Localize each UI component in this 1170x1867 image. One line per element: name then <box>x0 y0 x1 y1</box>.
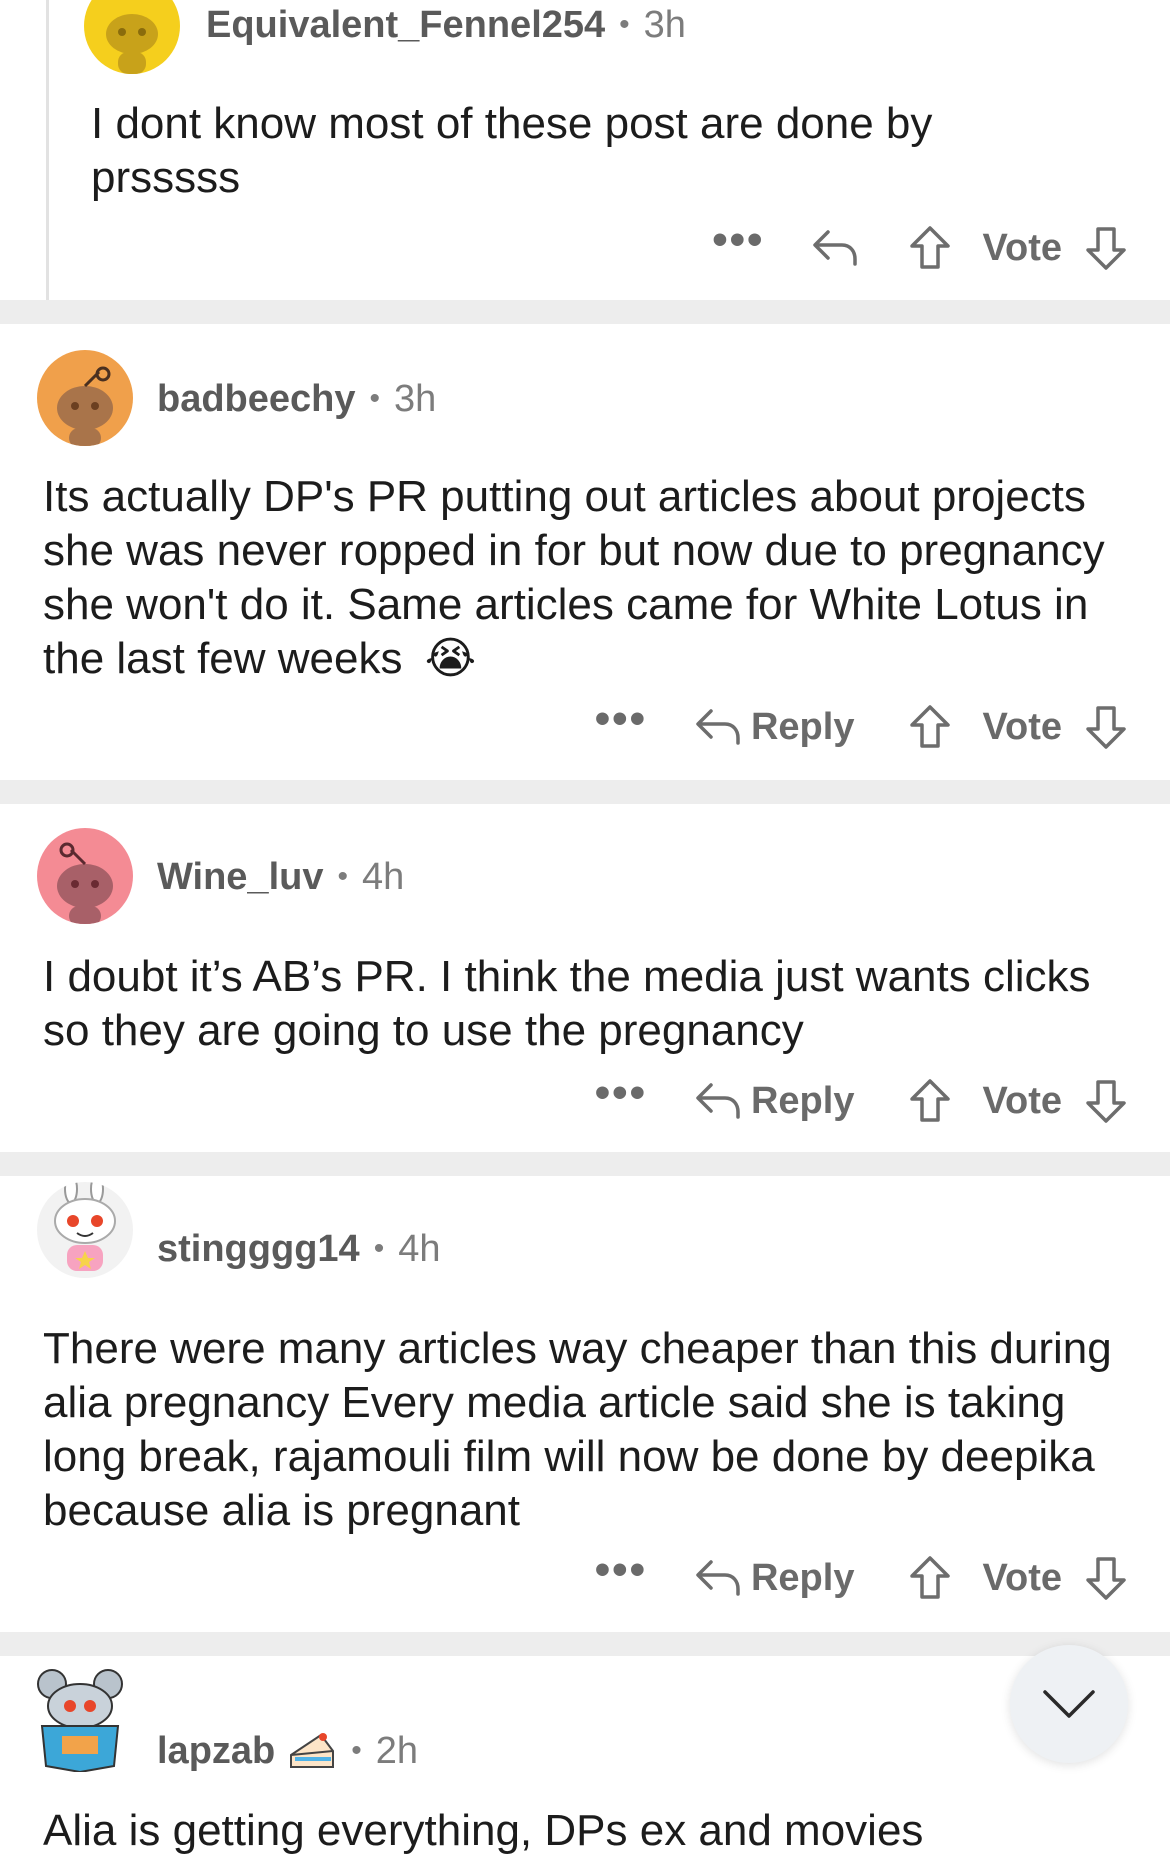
downvote-button[interactable] <box>1082 1554 1130 1602</box>
vote-count: Vote <box>982 226 1062 269</box>
snoo-avatar-icon <box>37 1669 123 1772</box>
meta-dot: • <box>351 1734 362 1767</box>
avatar[interactable] <box>30 1662 130 1772</box>
downvote-arrow-icon <box>1086 706 1126 749</box>
comment-actions: ••• Vote <box>712 218 1130 278</box>
reply-button[interactable] <box>810 226 860 270</box>
upvote-arrow-icon <box>910 1556 951 1599</box>
upvote-arrow-icon <box>910 226 951 269</box>
upvote-button[interactable] <box>906 1077 954 1125</box>
comment-meta: Wine_luv • 4h <box>157 852 404 902</box>
crying-emoji: 😭 <box>424 634 477 683</box>
comment-body: There were many articles way cheaper tha… <box>43 1324 1112 1535</box>
downvote-arrow-icon <box>1086 1557 1126 1600</box>
comment-separator <box>0 780 1170 804</box>
upvote-button[interactable] <box>906 703 954 751</box>
vote-count: Vote <box>982 1079 1062 1122</box>
meta-dot: • <box>337 860 348 893</box>
reply-arrow-icon <box>696 1560 740 1596</box>
comment-separator <box>0 300 1170 324</box>
reply-button[interactable]: Reply <box>693 1079 854 1123</box>
downvote-arrow-icon <box>1086 1080 1126 1123</box>
upvote-button[interactable] <box>906 1554 954 1602</box>
comment-equivalent-fennel254: Equivalent_Fennel254 • 3h I dont know mo… <box>0 0 1170 300</box>
comment-body: I dont know most of these post are done … <box>91 99 933 202</box>
timestamp: 4h <box>362 855 405 898</box>
comment-badbeechy: badbeechy • 3h Its actually DP's PR putt… <box>0 324 1170 780</box>
reply-arrow-icon <box>813 230 858 266</box>
username[interactable]: Equivalent_Fennel254 <box>206 4 605 47</box>
scroll-next-comment-button[interactable] <box>1010 1645 1128 1763</box>
more-options-button[interactable]: ••• <box>595 697 647 745</box>
upvote-button[interactable] <box>906 224 954 272</box>
comment-actions: ••• Reply Vote <box>595 1548 1130 1608</box>
more-options-button[interactable]: ••• <box>595 1548 647 1596</box>
cake-icon <box>287 1729 337 1773</box>
comment-wine-luv: Wine_luv • 4h I doubt it’s AB’s PR. I th… <box>0 804 1170 1152</box>
comment-meta: badbeechy • 3h <box>157 374 436 424</box>
downvote-button[interactable] <box>1082 224 1130 272</box>
comment-actions: ••• Reply Vote <box>595 697 1130 757</box>
meta-dot: • <box>373 1232 385 1265</box>
upvote-arrow-icon <box>910 705 951 748</box>
comment-body-text: Its actually DP's PR putting out article… <box>43 472 1105 683</box>
downvote-arrow-icon <box>1086 227 1126 270</box>
avatar[interactable] <box>37 1182 133 1278</box>
comment-meta: Equivalent_Fennel254 • 3h <box>206 0 686 50</box>
chevron-down-icon <box>1043 1690 1095 1718</box>
meta-dot: • <box>369 382 381 415</box>
vote-count: Vote <box>982 705 1062 748</box>
reply-button[interactable]: Reply <box>693 705 854 749</box>
comment-separator <box>0 1152 1170 1176</box>
comment-separator <box>0 1632 1170 1656</box>
thread-line <box>46 0 49 300</box>
meta-dot: • <box>619 8 630 41</box>
timestamp: 4h <box>398 1227 441 1270</box>
snoo-avatar-icon <box>57 366 113 446</box>
comment-stingggg14: stingggg14 • 4h There were many articles… <box>0 1176 1170 1632</box>
reply-arrow-icon <box>696 1083 740 1119</box>
upvote-arrow-icon <box>910 1079 951 1122</box>
more-options-button[interactable]: ••• <box>712 218 764 266</box>
comment-meta: lapzab • 2h <box>157 1726 418 1776</box>
reply-arrow-icon <box>696 709 740 745</box>
avatar[interactable] <box>37 828 133 924</box>
vote-count: Vote <box>982 1556 1062 1599</box>
username[interactable]: stingggg14 <box>157 1228 360 1271</box>
avatar[interactable] <box>37 350 133 446</box>
downvote-button[interactable] <box>1082 703 1130 751</box>
timestamp: 3h <box>394 377 437 420</box>
comment-lapzab: lapzab • 2h Alia is getting everything, … <box>0 1656 1170 1867</box>
more-options-button[interactable]: ••• <box>595 1071 647 1119</box>
timestamp: 2h <box>375 1729 419 1772</box>
username[interactable]: badbeechy <box>157 378 356 421</box>
reply-button[interactable]: Reply <box>693 1556 854 1600</box>
snoo-avatar-icon <box>57 842 113 924</box>
reply-label: Reply <box>750 705 855 748</box>
username[interactable]: Wine_luv <box>157 856 323 899</box>
timestamp: 3h <box>643 3 686 46</box>
comment-meta: stingggg14 • 4h <box>157 1224 440 1274</box>
avatar[interactable] <box>84 0 180 74</box>
reply-label: Reply <box>750 1079 855 1122</box>
comment-body: Alia is getting everything, DPs ex and m… <box>43 1806 924 1855</box>
snoo-avatar-icon <box>106 14 158 74</box>
snoo-avatar-icon <box>54 1182 116 1271</box>
comment-body: Its actually DP's PR putting out article… <box>43 470 1130 686</box>
comment-body: I doubt it’s AB’s PR. I think the media … <box>43 952 1091 1055</box>
downvote-button[interactable] <box>1082 1077 1130 1125</box>
comment-actions: ••• Reply Vote <box>595 1071 1130 1131</box>
username[interactable]: lapzab <box>157 1730 275 1773</box>
reply-label: Reply <box>750 1556 855 1599</box>
